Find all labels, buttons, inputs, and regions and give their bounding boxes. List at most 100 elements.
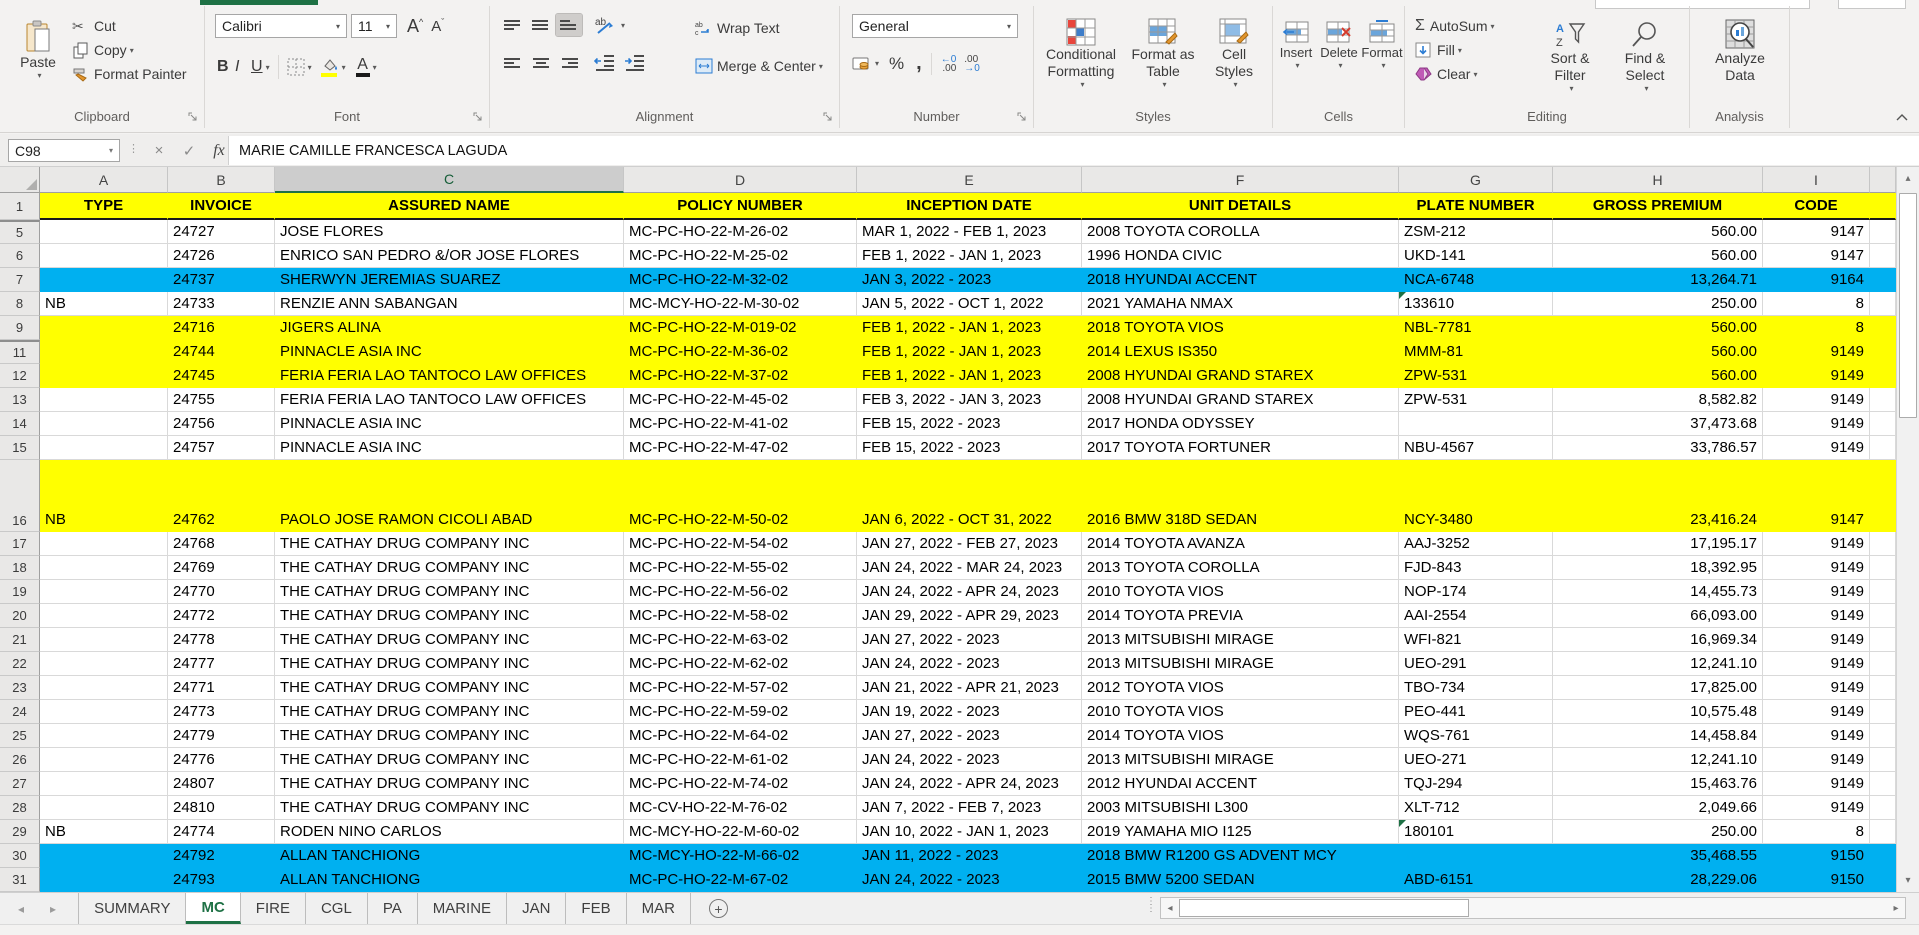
- fill-dropdown-caret[interactable]: ▾: [342, 63, 346, 72]
- sheet-tab-jan[interactable]: JAN: [507, 893, 567, 924]
- cell-G7[interactable]: NCA-6748: [1399, 268, 1553, 292]
- cell-B28[interactable]: 24810: [168, 796, 275, 820]
- cell-B21[interactable]: 24778: [168, 628, 275, 652]
- cell-I18[interactable]: 9149: [1763, 556, 1870, 580]
- decrease-decimal-icon[interactable]: .00 →0: [964, 54, 980, 73]
- cell-D12[interactable]: MC-PC-HO-22-M-37-02: [624, 364, 857, 388]
- cell-F28[interactable]: 2003 MITSUBISHI L300: [1082, 796, 1399, 820]
- name-box-caret[interactable]: ▾: [109, 146, 113, 155]
- column-header-F[interactable]: F: [1082, 167, 1399, 193]
- cell-F22[interactable]: 2013 MITSUBISHI MIRAGE: [1082, 652, 1399, 676]
- cell-H31[interactable]: 28,229.06: [1553, 868, 1763, 892]
- merge-dropdown-caret[interactable]: ▾: [819, 62, 823, 71]
- cell-G9[interactable]: NBL-7781: [1399, 316, 1553, 340]
- cell-F11[interactable]: 2014 LEXUS IS350: [1082, 340, 1399, 364]
- cell-E7[interactable]: JAN 3, 2022 - 2023: [857, 268, 1082, 292]
- cell-B18[interactable]: 24769: [168, 556, 275, 580]
- column-header-B[interactable]: B: [168, 167, 275, 193]
- cell-B30[interactable]: 24792: [168, 844, 275, 868]
- cell-B13[interactable]: 24755: [168, 388, 275, 412]
- tab-scroll-left-icon[interactable]: ◂: [18, 902, 24, 916]
- cell-D16[interactable]: MC-PC-HO-22-M-50-02: [624, 460, 857, 532]
- analyze-data-button[interactable]: Analyze Data: [1700, 12, 1780, 84]
- cell-E29[interactable]: JAN 10, 2022 - JAN 1, 2023: [857, 820, 1082, 844]
- italic-button[interactable]: I: [235, 58, 251, 76]
- row-number-29[interactable]: 29: [0, 820, 40, 844]
- clipboard-dialog-launcher[interactable]: [188, 112, 199, 123]
- cell-C6[interactable]: ENRICO SAN PEDRO &/OR JOSE FLORES: [275, 244, 624, 268]
- cell-H19[interactable]: 14,455.73: [1553, 580, 1763, 604]
- paste-button[interactable]: Paste ▾: [12, 14, 64, 80]
- font-color-icon[interactable]: A: [355, 57, 370, 77]
- cell-H20[interactable]: 66,093.00: [1553, 604, 1763, 628]
- row-number-1[interactable]: 1: [0, 193, 40, 220]
- merge-center-button[interactable]: Merge & Center ▾: [695, 54, 823, 78]
- cell-E28[interactable]: JAN 7, 2022 - FEB 7, 2023: [857, 796, 1082, 820]
- cell-C28[interactable]: THE CATHAY DRUG COMPANY INC: [275, 796, 624, 820]
- vertical-scrollbar[interactable]: ▴ ▾: [1896, 167, 1919, 892]
- cell-B6[interactable]: 24726: [168, 244, 275, 268]
- cell-F24[interactable]: 2010 TOYOTA VIOS: [1082, 700, 1399, 724]
- cancel-entry-icon[interactable]: ×: [146, 139, 172, 162]
- cell-C30[interactable]: ALLAN TANCHIONG: [275, 844, 624, 868]
- cell-A20[interactable]: [40, 604, 168, 628]
- cell-A30[interactable]: [40, 844, 168, 868]
- number-dialog-launcher[interactable]: [1017, 112, 1028, 123]
- format-as-table-button[interactable]: Format as Table ▾: [1126, 12, 1200, 89]
- percent-style-button[interactable]: %: [889, 54, 904, 74]
- orientation-icon[interactable]: ab: [594, 15, 616, 35]
- format-painter-button[interactable]: Format Painter: [72, 62, 187, 86]
- cell-I12[interactable]: 9149: [1763, 364, 1870, 388]
- cell-A6[interactable]: [40, 244, 168, 268]
- cell-F7[interactable]: 2018 HYUNDAI ACCENT: [1082, 268, 1399, 292]
- header-cell-B[interactable]: INVOICE: [168, 193, 275, 220]
- borders-icon[interactable]: [287, 58, 305, 76]
- cell-F27[interactable]: 2012 HYUNDAI ACCENT: [1082, 772, 1399, 796]
- cell-G21[interactable]: WFI-821: [1399, 628, 1553, 652]
- align-top-icon[interactable]: [500, 14, 526, 36]
- cell-E11[interactable]: FEB 1, 2022 - JAN 1, 2023: [857, 340, 1082, 364]
- confirm-entry-icon[interactable]: ✓: [176, 139, 202, 162]
- cell-C8[interactable]: RENZIE ANN SABANGAN: [275, 292, 624, 316]
- cell-A25[interactable]: [40, 724, 168, 748]
- cell-A19[interactable]: [40, 580, 168, 604]
- cell-C15[interactable]: PINNACLE ASIA INC: [275, 436, 624, 460]
- cell-D14[interactable]: MC-PC-HO-22-M-41-02: [624, 412, 857, 436]
- cell-E22[interactable]: JAN 24, 2022 - 2023: [857, 652, 1082, 676]
- header-cell-G[interactable]: PLATE NUMBER: [1399, 193, 1553, 220]
- cell-G31[interactable]: ABD-6151: [1399, 868, 1553, 892]
- cell-A9[interactable]: [40, 316, 168, 340]
- cell-C16[interactable]: PAOLO JOSE RAMON CICOLI ABAD: [275, 460, 624, 532]
- cell-H5[interactable]: 560.00: [1553, 220, 1763, 244]
- cell-D17[interactable]: MC-PC-HO-22-M-54-02: [624, 532, 857, 556]
- cell-C18[interactable]: THE CATHAY DRUG COMPANY INC: [275, 556, 624, 580]
- cell-F5[interactable]: 2008 TOYOTA COROLLA: [1082, 220, 1399, 244]
- cell-G17[interactable]: AAJ-3252: [1399, 532, 1553, 556]
- cut-button[interactable]: ✂ Cut: [72, 14, 187, 38]
- row-number-8[interactable]: 8: [0, 292, 40, 316]
- cell-I22[interactable]: 9149: [1763, 652, 1870, 676]
- cell-A22[interactable]: [40, 652, 168, 676]
- column-header-A[interactable]: A: [40, 167, 168, 193]
- align-left-icon[interactable]: [500, 52, 526, 74]
- cell-I8[interactable]: 8: [1763, 292, 1870, 316]
- cell-H12[interactable]: 560.00: [1553, 364, 1763, 388]
- font-dialog-launcher[interactable]: [473, 112, 484, 123]
- cell-I19[interactable]: 9149: [1763, 580, 1870, 604]
- cell-F26[interactable]: 2013 MITSUBISHI MIRAGE: [1082, 748, 1399, 772]
- row-number-6[interactable]: 6: [0, 244, 40, 268]
- cell-C9[interactable]: JIGERS ALINA: [275, 316, 624, 340]
- conditional-formatting-button[interactable]: Conditional Formatting ▾: [1038, 12, 1124, 89]
- sheet-tab-pa[interactable]: PA: [368, 893, 418, 924]
- select-all-corner[interactable]: [0, 167, 40, 193]
- sheet-tab-marine[interactable]: MARINE: [418, 893, 508, 924]
- cell-H8[interactable]: 250.00: [1553, 292, 1763, 316]
- cell-E20[interactable]: JAN 29, 2022 - APR 29, 2023: [857, 604, 1082, 628]
- cell-F16[interactable]: 2016 BMW 318D SEDAN: [1082, 460, 1399, 532]
- autosum-button[interactable]: Σ AutoSum ▾: [1415, 14, 1495, 38]
- cell-E5[interactable]: MAR 1, 2022 - FEB 1, 2023: [857, 220, 1082, 244]
- cell-F14[interactable]: 2017 HONDA ODYSSEY: [1082, 412, 1399, 436]
- cell-I20[interactable]: 9149: [1763, 604, 1870, 628]
- underline-button[interactable]: U: [251, 58, 263, 76]
- fill-button[interactable]: Fill ▾: [1415, 38, 1495, 62]
